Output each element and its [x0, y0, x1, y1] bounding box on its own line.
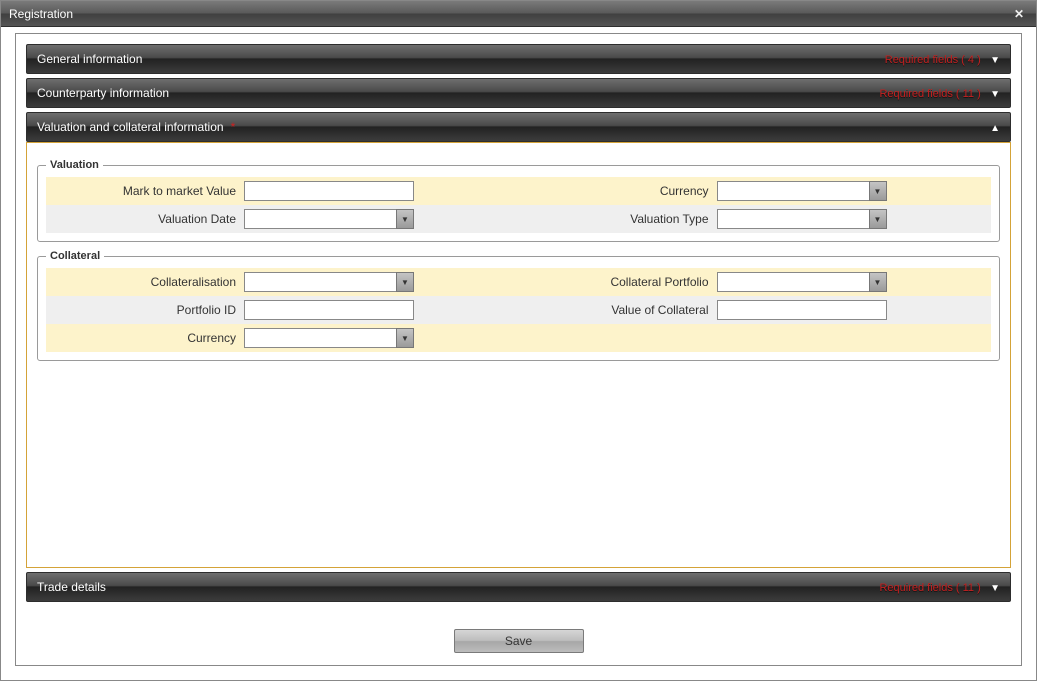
- accordion-title: Trade details: [37, 580, 106, 594]
- collateral-group: Collateral Collateralisation ▼ Collatera…: [37, 250, 1000, 361]
- valuation-currency-combo[interactable]: ▼: [717, 181, 887, 201]
- field-valuation-date: Valuation Date ▼: [46, 205, 519, 233]
- empty-cell: [519, 324, 992, 352]
- field-valuation-currency: Currency ▼: [519, 177, 992, 205]
- portfolio-id-label: Portfolio ID: [54, 303, 244, 317]
- chevron-down-icon: ▼: [990, 55, 1000, 66]
- field-collateral-currency: Currency ▼: [46, 324, 519, 352]
- collateral-currency-combo[interactable]: ▼: [244, 328, 414, 348]
- field-portfolio-id: Portfolio ID: [46, 296, 519, 324]
- collateralisation-combo[interactable]: ▼: [244, 272, 414, 292]
- save-button[interactable]: Save: [454, 629, 584, 653]
- mark-to-market-input[interactable]: [244, 181, 414, 201]
- collateral-currency-input[interactable]: [244, 328, 396, 348]
- valuation-currency-input[interactable]: [717, 181, 869, 201]
- required-fields-label: Required fields ( 11 ): [879, 582, 980, 594]
- portfolio-id-input[interactable]: [244, 300, 414, 320]
- collateral-portfolio-input[interactable]: [717, 272, 869, 292]
- valuation-collateral-panel: Valuation Mark to market Value Currency: [26, 142, 1011, 568]
- accordion-title: Valuation and collateral information: [37, 120, 224, 134]
- chevron-down-icon[interactable]: ▼: [869, 181, 887, 201]
- required-asterisk-icon: *: [231, 120, 236, 134]
- accordion-valuation-collateral[interactable]: Valuation and collateral information * ▲: [26, 112, 1011, 142]
- collateralisation-label: Collateralisation: [54, 275, 244, 289]
- accordion-trade-details[interactable]: Trade details Required fields ( 11 ) ▼: [26, 572, 1011, 602]
- accordion-counterparty-information[interactable]: Counterparty information Required fields…: [26, 78, 1011, 108]
- value-of-collateral-input[interactable]: [717, 300, 887, 320]
- button-bar: Save: [26, 619, 1011, 653]
- chevron-down-icon[interactable]: ▼: [396, 328, 414, 348]
- accordion-general-information[interactable]: General information Required fields ( 4 …: [26, 44, 1011, 74]
- collateral-portfolio-combo[interactable]: ▼: [717, 272, 887, 292]
- chevron-down-icon[interactable]: ▼: [869, 272, 887, 292]
- chevron-down-icon[interactable]: ▼: [396, 209, 414, 229]
- valuation-currency-label: Currency: [527, 184, 717, 198]
- field-collateral-portfolio: Collateral Portfolio ▼: [519, 268, 992, 296]
- valuation-type-input[interactable]: [717, 209, 869, 229]
- field-value-of-collateral: Value of Collateral: [519, 296, 992, 324]
- required-fields-label: Required fields ( 4 ): [885, 54, 981, 66]
- content-panel: General information Required fields ( 4 …: [15, 33, 1022, 666]
- collateral-legend: Collateral: [46, 250, 104, 262]
- chevron-up-icon: ▲: [990, 123, 1000, 134]
- chevron-down-icon: ▼: [990, 89, 1000, 100]
- field-valuation-type: Valuation Type ▼: [519, 205, 992, 233]
- accordion-title: General information: [37, 52, 142, 66]
- valuation-date-combo[interactable]: ▼: [244, 209, 414, 229]
- accordion-title: Counterparty information: [37, 86, 169, 100]
- chevron-down-icon[interactable]: ▼: [869, 209, 887, 229]
- mark-to-market-label: Mark to market Value: [54, 184, 244, 198]
- chevron-down-icon[interactable]: ▼: [396, 272, 414, 292]
- value-of-collateral-label: Value of Collateral: [527, 303, 717, 317]
- valuation-legend: Valuation: [46, 159, 103, 171]
- collateral-currency-label: Currency: [54, 331, 244, 345]
- field-collateralisation: Collateralisation ▼: [46, 268, 519, 296]
- window-title: Registration: [9, 7, 73, 21]
- valuation-group: Valuation Mark to market Value Currency: [37, 159, 1000, 242]
- field-mark-to-market: Mark to market Value: [46, 177, 519, 205]
- valuation-type-label: Valuation Type: [527, 212, 717, 226]
- collateralisation-input[interactable]: [244, 272, 396, 292]
- chevron-down-icon: ▼: [990, 583, 1000, 594]
- valuation-date-label: Valuation Date: [54, 212, 244, 226]
- valuation-date-input[interactable]: [244, 209, 396, 229]
- window-titlebar: Registration ✕: [1, 1, 1036, 27]
- required-fields-label: Required fields ( 11 ): [879, 88, 980, 100]
- close-icon[interactable]: ✕: [1010, 5, 1028, 23]
- registration-window: Registration ✕ General information Requi…: [0, 0, 1037, 681]
- collateral-portfolio-label: Collateral Portfolio: [527, 275, 717, 289]
- valuation-type-combo[interactable]: ▼: [717, 209, 887, 229]
